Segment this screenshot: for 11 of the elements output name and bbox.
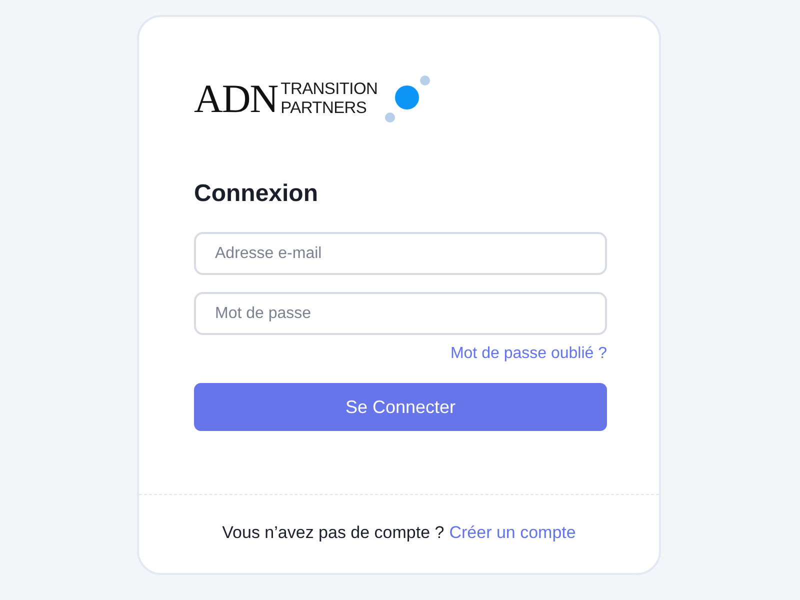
logo-text: PARTNERS — [280, 99, 368, 118]
signup-prompt: Vous n’avez pas de compte ? — [222, 523, 444, 543]
input-field[interactable]: Adresse e-mail — [194, 232, 607, 275]
dots-icon — [384, 74, 432, 124]
logo-text: ADN — [194, 79, 278, 119]
logo-text: TRANSITION — [280, 80, 378, 99]
input-field[interactable]: Mot de passe — [194, 292, 607, 335]
create-account-link[interactable]: Créer un compte — [449, 523, 576, 543]
forgot-password-link[interactable]: Mot de passe oublié ? — [450, 345, 607, 363]
login-button[interactable]: Se Connecter — [194, 383, 607, 431]
form-title: Connexion — [194, 179, 319, 209]
